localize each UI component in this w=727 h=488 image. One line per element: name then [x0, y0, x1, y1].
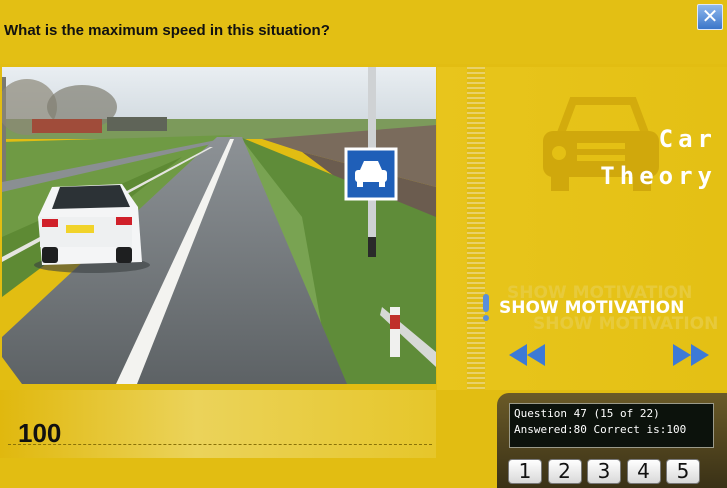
show-motivation-label: SHOW MOTIVATION [499, 298, 685, 318]
info-panel: Question 47 (15 of 22) Answered:80 Corre… [497, 393, 727, 488]
number-button-3[interactable]: 3 [587, 459, 621, 484]
question-progress: Question 47 (15 of 22) [514, 407, 660, 420]
right-panel: Car Theory SHOW MOTIVATION SHOW MOTIVATI… [437, 67, 727, 390]
answer-status: Answered:80 Correct is:100 [514, 423, 687, 436]
number-button-4[interactable]: 4 [626, 459, 661, 484]
close-button[interactable]: ✕ [697, 4, 723, 30]
fast-forward-icon[interactable] [671, 344, 709, 366]
show-motivation-button[interactable]: SHOW MOTIVATION [483, 294, 685, 321]
question-photo [2, 67, 436, 384]
brand-line-2: Theory [600, 162, 717, 190]
question-text: What is the maximum speed in this situat… [4, 22, 330, 39]
exclamation-icon [483, 294, 489, 321]
top-bar: What is the maximum speed in this situat… [0, 0, 727, 64]
brand-line-1: Car [658, 125, 717, 153]
close-icon: ✕ [701, 4, 719, 28]
answer-underline [8, 444, 432, 445]
road-scene-image [2, 67, 436, 384]
number-button-1[interactable]: 1 [508, 459, 542, 484]
rewind-icon[interactable] [509, 344, 547, 366]
number-buttons: 12345 [508, 459, 706, 484]
answer-field[interactable]: 100 [0, 390, 436, 458]
question-info-box: Question 47 (15 of 22) Answered:80 Corre… [509, 403, 714, 448]
decorative-stripe [467, 67, 485, 390]
number-button-5[interactable]: 5 [666, 459, 700, 484]
number-button-2[interactable]: 2 [547, 459, 582, 484]
